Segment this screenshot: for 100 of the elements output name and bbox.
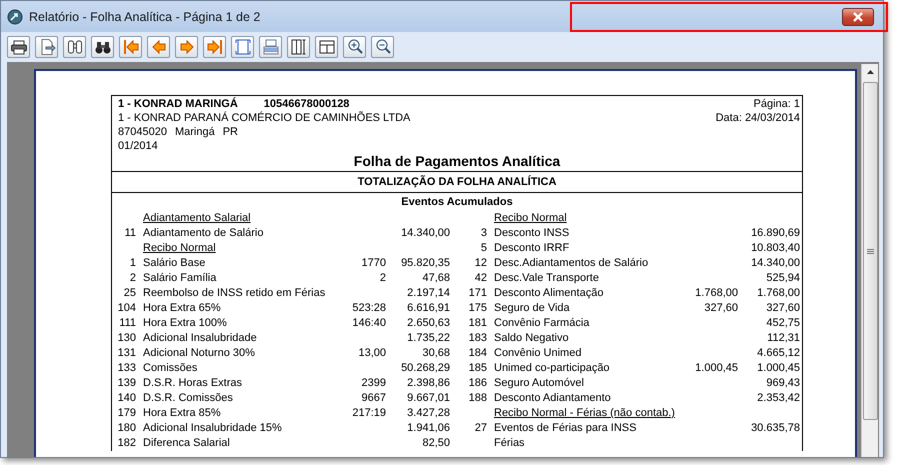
report-date: Data: 24/03/2014 [716,111,800,125]
event-description: Salário Família [142,271,218,286]
binoculars-icon [66,38,84,56]
event-value: 2.353,42 [756,391,800,406]
event-code: 181 [468,316,487,331]
event-value: 2.398,86 [406,376,450,391]
first-page-button[interactable] [119,36,142,58]
event-reference: 2399 [360,376,386,391]
event-value: 16.890,69 [750,226,800,241]
address-part: 87045020 [118,125,167,139]
previous-page-button[interactable] [147,36,170,58]
event-value: 14.340,00 [400,226,450,241]
event-value: 6.616,91 [406,301,450,316]
event-description: Adicional Insalubridade [142,331,258,346]
event-code: 179 [116,406,136,421]
two-columns-icon [290,38,308,56]
event-description: Reembolso de INSS retido em Férias [142,286,326,301]
close-icon [851,12,865,22]
layout-icon [318,38,336,56]
event-code: 12 [474,256,487,271]
event-description: Desconto INSS [493,226,570,241]
page-number: Página: 1 [752,97,800,111]
address-part: PR [222,125,238,139]
event-description: D.S.R. Horas Extras [142,376,244,391]
event-code: 182 [116,436,136,451]
two-columns-button[interactable] [287,36,310,58]
event-code: 111 [118,316,136,331]
last-page-button[interactable] [203,36,226,58]
event-description: Seguro Automóvel [493,376,585,391]
event-code: 180 [116,421,136,436]
last-page-icon [206,38,224,56]
page-width-button[interactable] [259,36,282,58]
event-code: 104 [116,301,136,316]
event-reference: 1770 [360,256,386,271]
event-code: 188 [468,391,487,406]
event-description: Adicional Insalubridade 15% [142,421,283,436]
event-description: Desc.Adiantamentos de Salário [493,256,650,271]
event-value: 10.803,40 [750,241,800,256]
company-name: 1 - KONRAD MARINGÁ [118,97,238,111]
event-value: 525,94 [765,271,800,286]
page-arrow-button[interactable] [35,36,58,58]
event-code: 183 [468,331,487,346]
event-value: 82,50 [421,436,450,451]
event-value: 9.667,01 [406,391,450,406]
event-reference: 523:28 [351,301,386,316]
event-reference: 2 [378,271,386,286]
binoculars-button[interactable] [91,36,114,58]
event-reference: 1.768,00 [694,286,738,301]
report-title: Folha de Pagamentos Analítica [354,153,560,169]
zoom-out-button[interactable] [371,36,394,58]
company-id: 10546678000128 [264,97,350,111]
event-value: 4.665,12 [756,346,800,361]
event-code: 3 [480,226,487,241]
binoculars-button[interactable] [63,36,86,58]
event-code: 139 [116,376,136,391]
event-description: Unimed co-participação [493,361,611,376]
page-width-icon [262,38,280,56]
scroll-up-icon[interactable] [866,70,874,74]
event-value: 2.650,63 [406,316,450,331]
section-heading: Recibo Normal [493,211,568,226]
event-reference: 13,00 [357,346,386,361]
event-reference: 217:19 [351,406,386,421]
scrollbar[interactable] [861,64,878,457]
event-description: Desc.Vale Transporte [493,271,600,286]
zoom-in-button[interactable] [343,36,366,58]
event-value: 30,68 [421,346,450,361]
close-button[interactable] [842,8,874,26]
event-description: Desconto IRRF [493,241,570,256]
app-logo-icon [7,8,23,24]
event-reference: 146:40 [351,316,386,331]
address-part: Maringá [174,125,215,139]
window-title: Relatório - Folha Analítica - Página 1 de 2 [29,10,262,24]
event-value: 1.735,22 [406,331,450,346]
event-value: 30.635,78 [750,421,800,436]
full-page-button[interactable] [231,36,254,58]
zoom-out-icon [374,38,392,56]
event-description: Hora Extra 65% [142,301,222,316]
event-reference: 9667 [360,391,386,406]
event-code: 175 [468,301,487,316]
event-code: 140 [116,391,136,406]
event-value: 1.000,45 [756,361,800,376]
layout-button[interactable] [315,36,338,58]
event-value: 112,31 [766,331,800,346]
event-value: 95.820,35 [400,256,450,271]
event-value: 327,60 [765,301,800,316]
section-heading: Recibo Normal [142,241,217,256]
event-code: 130 [116,331,136,346]
group-title: Eventos Acumulados [401,196,513,208]
event-value: 2.197,14 [406,286,450,301]
section-heading: Recibo Normal - Férias (não contab.) [493,406,676,421]
next-page-button[interactable] [175,36,198,58]
printer-button[interactable] [7,36,30,58]
scroll-thumb[interactable] [862,82,878,420]
event-description: Hora Extra 85% [142,406,222,421]
event-description: Convênio Unimed [493,346,582,361]
event-code: 1 [128,256,136,271]
event-description: Convênio Farmácia [493,316,590,331]
section-heading: Adiantamento Salarial [142,211,252,226]
event-description: Hora Extra 100% [142,316,228,331]
zoom-in-icon [346,38,364,56]
